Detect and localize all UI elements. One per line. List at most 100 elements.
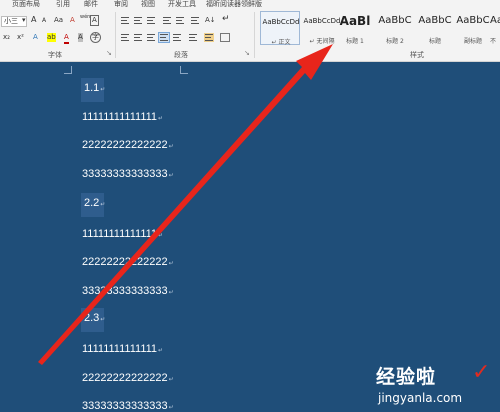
- watermark: 经验啦 ✓ jingyanla.com: [376, 360, 494, 408]
- line-text: 22222222222222: [82, 372, 168, 384]
- line-text: 33333333333333: [82, 168, 168, 180]
- body-line[interactable]: 33333333333333↵: [82, 398, 174, 412]
- crop-mark: [180, 66, 188, 74]
- style-name: 标题: [428, 38, 441, 45]
- style-more[interactable]: AaBbC 不: [490, 11, 500, 45]
- style-no-spacing[interactable]: AaBbCcDd ↵ 无间隔: [302, 11, 342, 45]
- line-text: 11111111111111: [82, 343, 158, 355]
- tab-view[interactable]: 视图: [141, 0, 155, 9]
- heading-line[interactable]: 2.2↵: [81, 193, 106, 217]
- show-marks-button[interactable]: ↵: [222, 15, 230, 24]
- tab-page-layout[interactable]: 页面布局: [12, 0, 40, 9]
- tab-references[interactable]: 引用: [56, 0, 70, 9]
- shrink-font-button[interactable]: A: [42, 16, 46, 25]
- body-line[interactable]: 22222222222222↵: [82, 254, 174, 272]
- tab-review[interactable]: 审阅: [114, 0, 128, 9]
- superscript-button[interactable]: x²: [17, 33, 24, 42]
- paragraph-mark-icon: ↵: [158, 233, 164, 239]
- ribbon-tab-bar: 页面布局 引用 邮件 审阅 视图 开发工具 福昕阅读器领鲜版: [0, 0, 500, 9]
- increase-indent-icon[interactable]: [175, 16, 185, 25]
- font-color-button[interactable]: A: [64, 33, 69, 44]
- font-dialog-launcher-icon[interactable]: ↘: [106, 49, 112, 57]
- styles-gallery: AaBbCcDd ↵ 正文 AaBbCcDd ↵ 无间隔 AaBl 标题 1 A…: [258, 11, 500, 47]
- paragraph-mark-icon: ↵: [168, 173, 174, 179]
- style-sample: AaBbC: [418, 15, 452, 26]
- align-center-icon[interactable]: [133, 33, 143, 42]
- paragraph-mark-icon: ↵: [168, 144, 174, 150]
- paragraph-mark-icon: ↵: [168, 377, 174, 383]
- ribbon: 页面布局 引用 邮件 审阅 视图 开发工具 福昕阅读器领鲜版 小三 ▾ A A …: [0, 0, 500, 62]
- line-text: 33333333333333: [82, 400, 168, 412]
- body-line[interactable]: 22222222222222↵: [82, 137, 174, 155]
- shading-icon[interactable]: [204, 33, 214, 42]
- paragraph-dialog-launcher-icon[interactable]: ↘: [244, 49, 250, 57]
- justify-icon[interactable]: [158, 32, 170, 43]
- line-text: 22222222222222: [82, 139, 168, 151]
- style-sample: AaBbC: [490, 15, 500, 26]
- paragraph-mark-icon: ↵: [168, 261, 174, 267]
- style-title[interactable]: AaBbC 标题: [415, 11, 455, 45]
- sort-button[interactable]: A↓: [205, 16, 216, 25]
- tab-mailings[interactable]: 邮件: [84, 0, 98, 9]
- enclose-char-button[interactable]: 字: [90, 32, 101, 43]
- body-line[interactable]: 11111111111111↵: [82, 109, 163, 127]
- clear-format-button[interactable]: A: [70, 16, 75, 25]
- paragraph-mark-icon: ↵: [100, 202, 106, 208]
- body-line[interactable]: 22222222222222↵: [82, 370, 174, 388]
- align-left-icon[interactable]: [120, 33, 130, 42]
- decrease-indent-icon[interactable]: [162, 16, 172, 25]
- distributed-icon[interactable]: [172, 33, 182, 42]
- style-name: 不: [490, 38, 497, 45]
- line-text: 2.3: [84, 312, 100, 324]
- style-normal[interactable]: AaBbCcDd ↵ 正文: [260, 11, 300, 46]
- styles-group-label: 样式: [410, 51, 424, 59]
- style-name: ↵ 无间隔: [309, 38, 335, 45]
- tab-foxit-reader[interactable]: 福昕阅读器领鲜版: [206, 0, 262, 9]
- body-line[interactable]: 33333333333333↵: [82, 166, 174, 184]
- highlight-color-button[interactable]: ab: [47, 33, 56, 42]
- numbering-icon[interactable]: [133, 16, 143, 25]
- style-name: 标题 2: [386, 38, 404, 45]
- paragraph-mark-icon: ↵: [168, 290, 174, 296]
- style-sample: AaBl: [339, 14, 371, 28]
- paragraph-mark-icon: ↵: [158, 348, 164, 354]
- style-sample: AaBbCcDd: [262, 18, 300, 26]
- style-name: 标题 1: [346, 38, 364, 45]
- style-name: ↵ 正文: [271, 39, 291, 46]
- style-heading-1[interactable]: AaBl 标题 1: [338, 11, 372, 45]
- line-spacing-icon[interactable]: [188, 33, 198, 42]
- char-shading-button[interactable]: A: [78, 33, 83, 42]
- font-group-label: 字体: [48, 51, 62, 59]
- paragraph-group-label: 段落: [174, 51, 188, 59]
- body-line[interactable]: 33333333333333↵: [82, 283, 174, 301]
- grow-font-button[interactable]: A: [31, 15, 36, 24]
- check-icon: ✓: [472, 360, 491, 385]
- body-line[interactable]: 11111111111111↵: [82, 341, 163, 359]
- align-right-icon[interactable]: [146, 33, 156, 42]
- paragraph-mark-icon: ↵: [158, 116, 164, 122]
- subscript-button[interactable]: x₂: [3, 33, 10, 42]
- style-sample: AaBbC: [456, 15, 490, 26]
- line-text: 11111111111111: [82, 228, 158, 240]
- multilevel-list-icon[interactable]: [146, 16, 156, 25]
- heading-line[interactable]: 2.3↵: [81, 308, 106, 332]
- crop-mark: [64, 66, 72, 74]
- chinese-layout-icon[interactable]: [190, 16, 200, 25]
- watermark-title: 经验啦: [376, 366, 437, 388]
- style-subtitle[interactable]: AaBbC 副标题: [453, 11, 493, 45]
- font-size-dropdown-icon[interactable]: ▾: [22, 16, 26, 25]
- change-case-button[interactable]: Aa: [54, 16, 63, 25]
- body-line[interactable]: 11111111111111↵: [82, 226, 163, 244]
- borders-icon[interactable]: [220, 33, 230, 42]
- pinyin-guide-button[interactable]: wén: [80, 13, 90, 22]
- char-border-button[interactable]: A: [90, 15, 99, 26]
- tab-developer[interactable]: 开发工具: [168, 0, 196, 9]
- style-name: 副标题: [463, 38, 482, 45]
- text-effect-button[interactable]: A: [33, 33, 38, 42]
- paragraph-mark-icon: ↵: [100, 317, 106, 323]
- style-heading-2[interactable]: AaBbC 标题 2: [375, 11, 415, 45]
- document-page[interactable]: 1.1↵ 11111111111111↵ 22222222222222↵ 333…: [0, 62, 500, 412]
- bullets-icon[interactable]: [120, 16, 130, 25]
- heading-line[interactable]: 1.1↵: [81, 78, 105, 102]
- watermark-url: jingyanla.com: [378, 391, 463, 405]
